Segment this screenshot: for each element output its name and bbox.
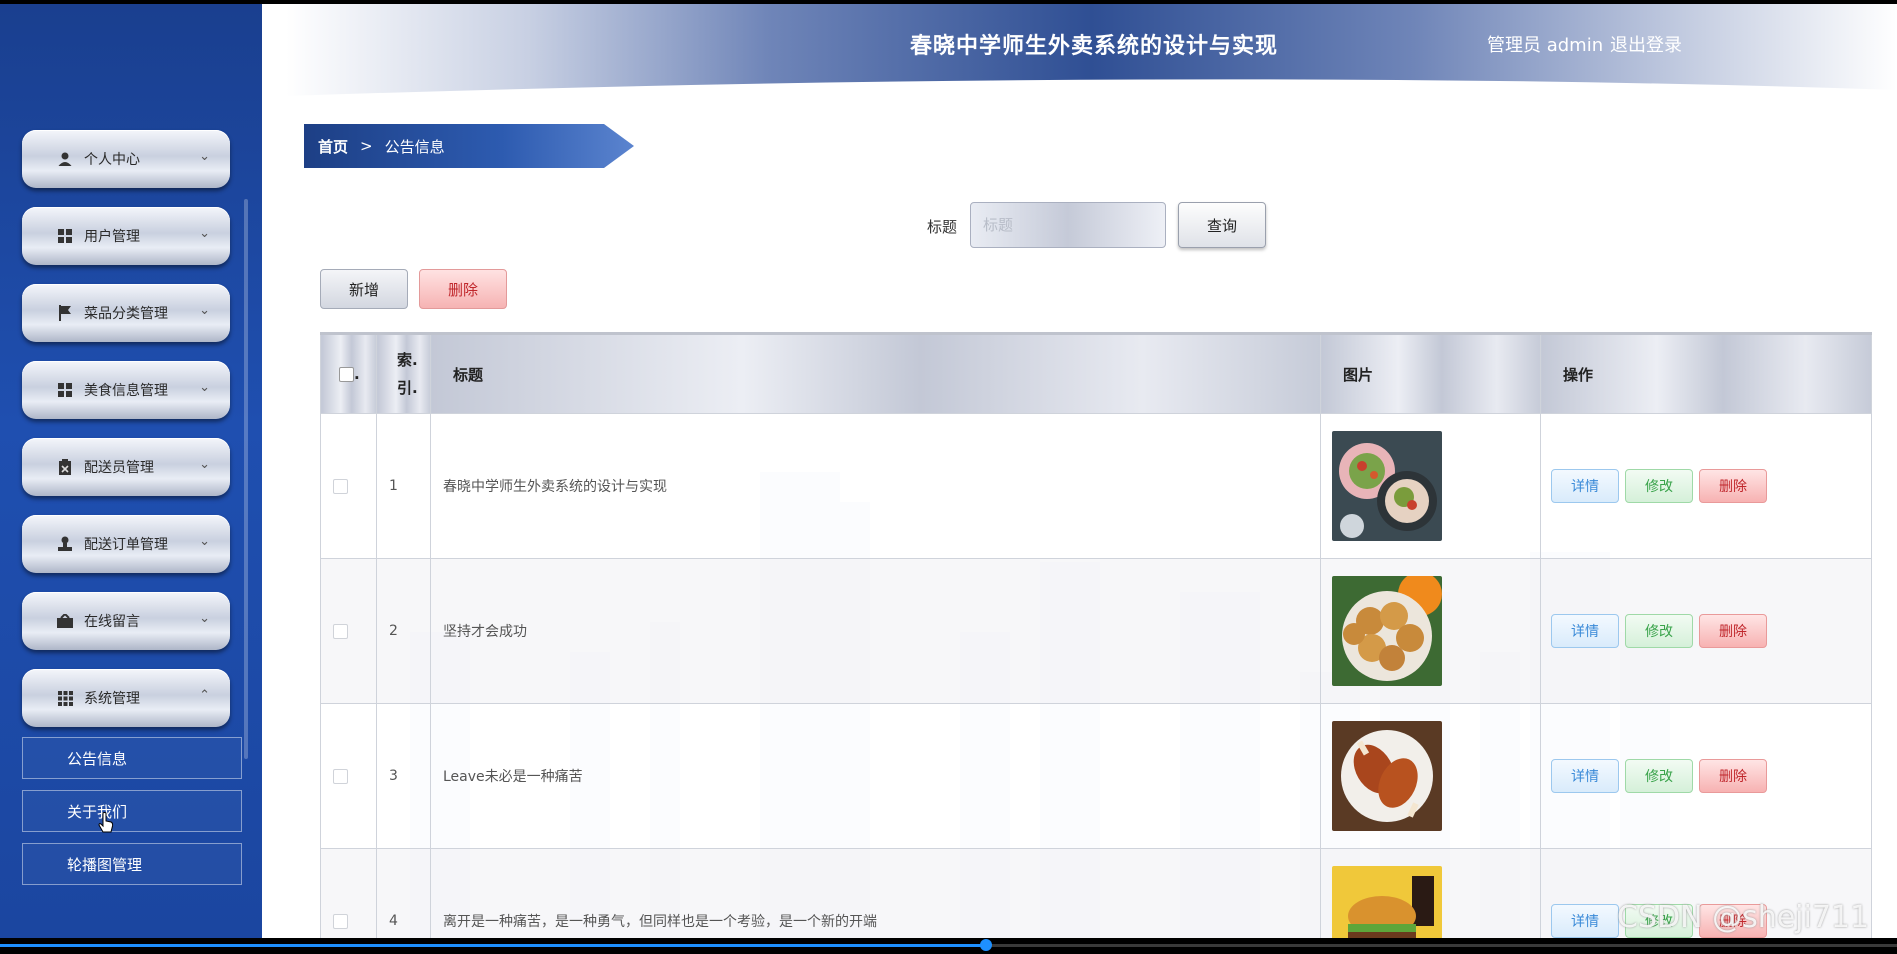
header-index: 索. 引. [376,332,431,414]
detail-button[interactable]: 详情 [1551,904,1619,938]
sidebar-item-label: 菜品分类管理 [84,306,168,322]
sidebar-item-food-info[interactable]: 美食信息管理 ⌄ [22,361,230,419]
breadcrumb-separator: > [360,137,373,155]
breadcrumb-home[interactable]: 首页 [318,136,348,157]
app-title: 春晓中学师生外卖系统的设计与实现 [910,34,1279,59]
data-table: . 索. 引. 标题 图片 操作 1 春晓中学师生外卖系统的设计与实现 详情 修… [320,332,1872,938]
watermark: CSDN @sheji711 [1617,900,1870,935]
sidebar-item-system-management[interactable]: 系统管理 ⌃ [22,669,230,727]
chevron-up-icon: ⌃ [199,688,210,703]
sidebar-item-user-management[interactable]: 用户管理 ⌄ [22,207,230,265]
sidebar-item-label: 在线留言 [84,614,140,630]
row-title: 春晓中学师生外卖系统的设计与实现 [430,413,1321,559]
delete-button[interactable]: 删除 [1699,614,1767,648]
sidebar-scrollbar[interactable] [244,199,248,759]
sidebar-item-label: 用户管理 [84,229,140,245]
sidebar-item-label: 配送员管理 [84,460,154,476]
grid-icon [56,227,74,245]
sidebar-subitem-about-us[interactable]: 关于我们 [22,790,242,832]
row-checkbox[interactable] [333,623,348,639]
row-checkbox[interactable] [333,768,348,784]
hand-cursor-icon [98,812,114,833]
grid-icon [56,381,74,399]
chevron-down-icon: ⌄ [199,149,210,164]
sidebar-item-personal-center[interactable]: 个人中心 ⌄ [22,130,230,188]
delete-button[interactable]: 删除 [1699,469,1767,503]
query-button[interactable]: 查询 [1178,202,1266,248]
chevron-down-icon: ⌄ [199,380,210,395]
select-all-checkbox[interactable] [339,367,354,382]
chevron-down-icon: ⌄ [199,534,210,549]
search-label: 标题 [927,218,958,236]
header-title: 标题 [430,332,1321,414]
chevron-down-icon: ⌄ [199,457,210,472]
salad-plates-image [1332,431,1442,541]
header-picture: 图片 [1320,332,1541,414]
sidebar-subitem-carousel[interactable]: 轮播图管理 [22,843,242,885]
detail-button[interactable]: 详情 [1551,469,1619,503]
video-progress-knob[interactable] [980,939,993,951]
video-progress-bar[interactable] [0,939,1897,951]
row-title: 离开是一种痛苦，是一种勇气，但同样也是一个考验，是一个新的开端 [430,848,1321,938]
delete-button[interactable]: 删除 [1699,759,1767,793]
sidebar-item-courier[interactable]: 配送员管理 ⌄ [22,438,230,496]
breadcrumb-current: 公告信息 [384,137,445,156]
logout-link[interactable]: 退出登录 [1610,31,1682,57]
edit-button[interactable]: 修改 [1625,759,1693,793]
sidebar-item-dish-category[interactable]: 菜品分类管理 ⌄ [22,284,230,342]
chevron-down-icon: ⌄ [199,611,210,626]
sidebar-item-label: 个人中心 [84,152,140,168]
detail-button[interactable]: 详情 [1551,759,1619,793]
roast-chicken-image [1332,721,1442,831]
row-title: 坚持才会成功 [430,558,1321,704]
apps-icon [56,689,74,707]
batch-delete-button[interactable]: 删除 [419,269,507,309]
row-checkbox[interactable] [333,478,348,494]
sidebar-item-label: 美食信息管理 [84,383,168,399]
header-select-all[interactable]: . [320,332,377,414]
table-row: 1 春晓中学师生外卖系统的设计与实现 详情 修改 删除 [320,413,1872,559]
add-button[interactable]: 新增 [320,269,408,309]
breadcrumb: 首页 > 公告信息 [304,124,634,168]
video-progress-fill [0,944,987,947]
sidebar-item-messages[interactable]: 在线留言 ⌄ [22,592,230,650]
sidebar-item-delivery-orders[interactable]: 配送订单管理 ⌄ [22,515,230,573]
person-icon [56,150,74,168]
sidebar-subitem-label: 公告信息 [67,749,128,768]
message-icon [56,612,74,630]
announcement-table: . 索. 引. 标题 图片 操作 1 春晓中学师生外卖系统的设计与实现 详情 修… [320,332,1872,938]
search-input[interactable] [970,202,1166,248]
stamp-icon [56,535,74,553]
table-row: 3 Leave未必是一种痛苦 详情 修改 删除 [320,703,1872,849]
burger-image [1332,866,1442,938]
clipboard-icon [56,458,74,476]
row-index: 4 [376,848,431,938]
sidebar-subitem-announcements[interactable]: 公告信息 [22,737,242,779]
row-checkbox[interactable] [333,913,348,929]
sidebar-item-label: 配送订单管理 [84,537,168,553]
row-index: 3 [376,703,431,849]
flag-icon [56,304,74,322]
main-content: 春晓中学师生外卖系统的设计与实现 管理员 admin 退出登录 首页 > 公告信… [262,4,1897,938]
chevron-down-icon: ⌄ [199,303,210,318]
detail-button[interactable]: 详情 [1551,614,1619,648]
fried-balls-image [1332,576,1442,686]
chevron-down-icon: ⌄ [199,226,210,241]
header-operations: 操作 [1540,332,1872,414]
row-index: 1 [376,413,431,559]
sidebar: 个人中心 ⌄ 用户管理 ⌄ 菜品分类管理 ⌄ 美食信息管理 ⌄ 配送员管理 ⌄ [0,4,262,938]
edit-button[interactable]: 修改 [1625,614,1693,648]
row-index: 2 [376,558,431,704]
edit-button[interactable]: 修改 [1625,469,1693,503]
row-title: Leave未必是一种痛苦 [430,703,1321,849]
table-row: 2 坚持才会成功 详情 修改 删除 [320,558,1872,704]
current-user: 管理员 admin [1487,35,1604,56]
sidebar-subitem-label: 轮播图管理 [67,855,143,874]
sidebar-subitem-label: 关于我们 [67,802,128,821]
table-header-row: . 索. 引. 标题 图片 操作 [320,332,1872,414]
sidebar-item-label: 系统管理 [84,691,140,707]
